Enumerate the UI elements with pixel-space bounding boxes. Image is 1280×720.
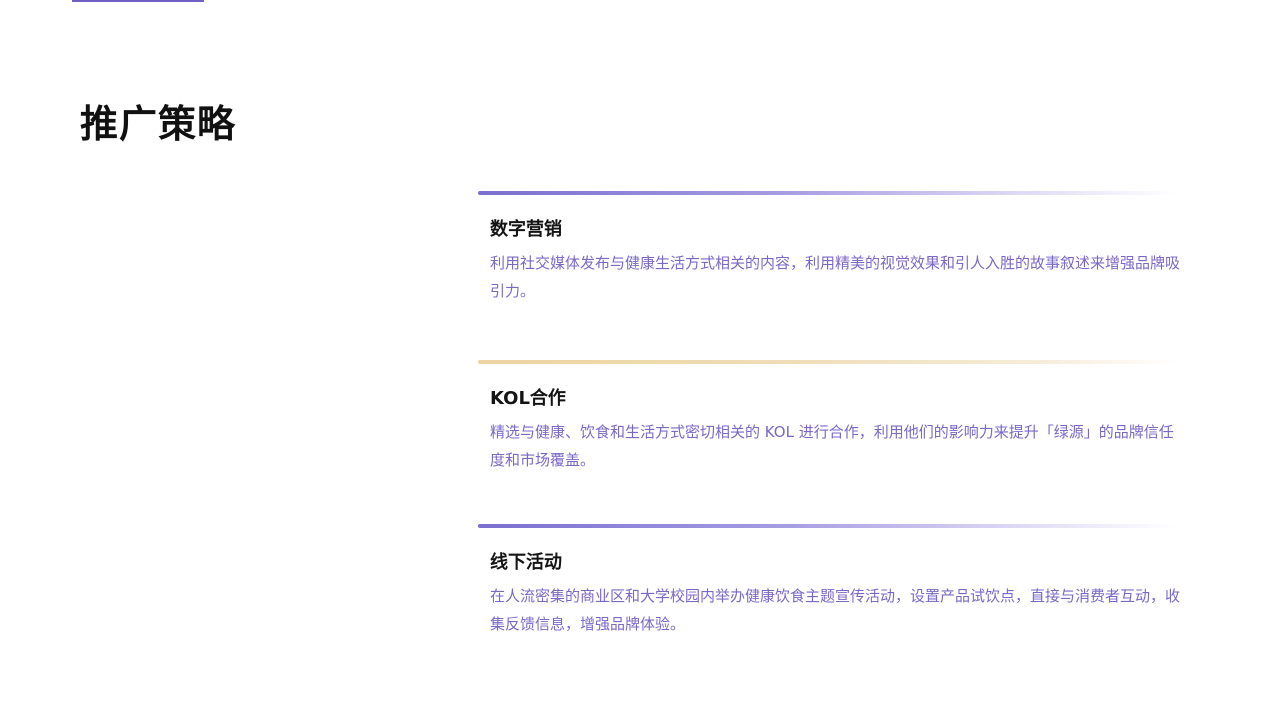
strategy-divider bbox=[478, 524, 1178, 528]
strategy-digital-marketing: 数字营销 利用社交媒体发布与健康生活方式相关的内容，利用精美的视觉效果和引人入胜… bbox=[478, 191, 1181, 305]
strategy-heading: 线下活动 bbox=[490, 552, 562, 573]
strategy-description: 利用社交媒体发布与健康生活方式相关的内容，利用精美的视觉效果和引人入胜的故事叙述… bbox=[490, 254, 1181, 300]
strategy-heading: KOL合作 bbox=[490, 388, 566, 409]
strategy-heading: 数字营销 bbox=[490, 219, 562, 240]
strategy-divider bbox=[478, 360, 1178, 364]
top-accent-line bbox=[72, 0, 204, 2]
strategy-divider bbox=[478, 191, 1178, 195]
strategy-offline-events: 线下活动 在人流密集的商业区和大学校园内举办健康饮食主题宣传活动，设置产品试饮点… bbox=[478, 524, 1181, 638]
strategy-description: 精选与健康、饮食和生活方式密切相关的 KOL 进行合作，利用他们的影响力来提升「… bbox=[490, 423, 1174, 469]
strategy-kol-cooperation: KOL合作 精选与健康、饮食和生活方式密切相关的 KOL 进行合作，利用他们的影… bbox=[478, 360, 1178, 474]
page-title: 推广策略 bbox=[80, 102, 237, 146]
strategy-description: 在人流密集的商业区和大学校园内举办健康饮食主题宣传活动，设置产品试饮点，直接与消… bbox=[490, 587, 1181, 633]
